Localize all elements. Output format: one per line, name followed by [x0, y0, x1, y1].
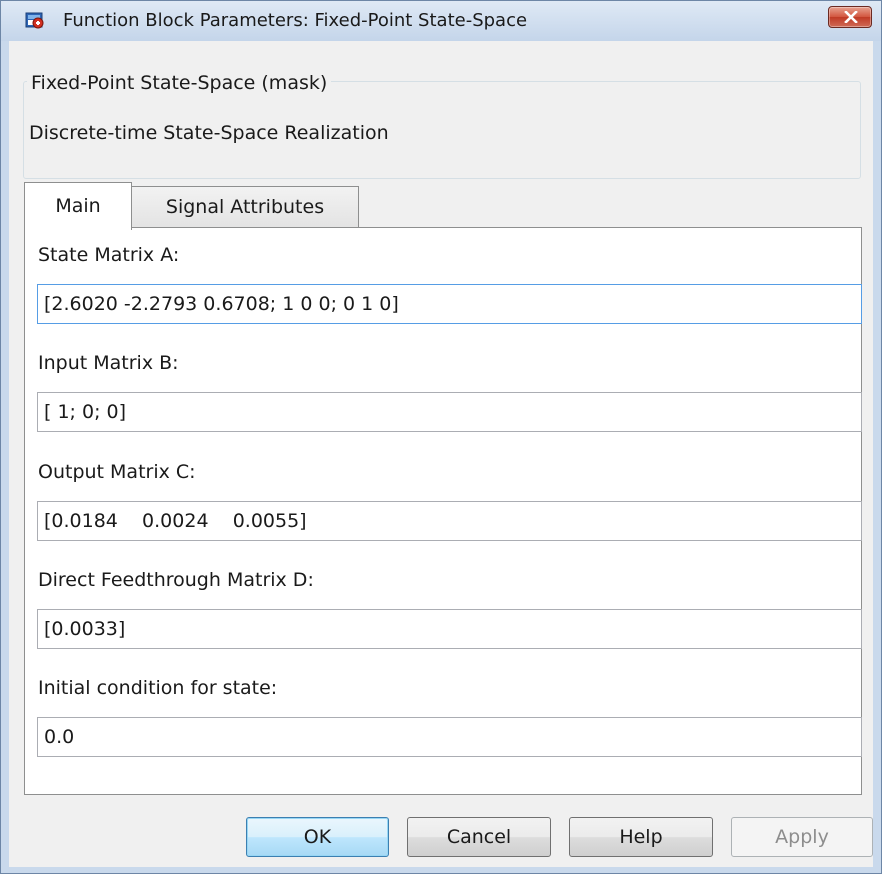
tab-signal-attributes[interactable]: Signal Attributes	[131, 186, 359, 228]
close-button[interactable]	[828, 6, 872, 28]
output-matrix-c-input[interactable]	[37, 501, 862, 541]
block-description: Discrete-time State-Space Realization	[29, 122, 389, 144]
simulink-block-icon[interactable]	[25, 11, 47, 31]
state-matrix-a-input[interactable]	[37, 284, 862, 324]
apply-button[interactable]: Apply	[731, 817, 873, 857]
initial-condition-input[interactable]	[37, 717, 862, 757]
title-bar[interactable]: Function Block Parameters: Fixed-Point S…	[1, 1, 881, 41]
dialog-window: Function Block Parameters: Fixed-Point S…	[0, 0, 882, 874]
direct-feedthrough-matrix-d-label: Direct Feedthrough Matrix D:	[38, 569, 314, 591]
window-title: Function Block Parameters: Fixed-Point S…	[63, 10, 528, 31]
tab-panel-main: State Matrix A: Input Matrix B: Output M…	[24, 227, 862, 795]
input-matrix-b-input[interactable]	[37, 392, 862, 432]
block-type-label: Fixed-Point State-Space (mask)	[27, 72, 332, 94]
initial-condition-label: Initial condition for state:	[38, 677, 278, 699]
ok-button[interactable]: OK	[246, 817, 389, 857]
tab-main[interactable]: Main	[24, 182, 132, 230]
output-matrix-c-label: Output Matrix C:	[38, 461, 196, 483]
input-matrix-b-label: Input Matrix B:	[38, 352, 179, 374]
direct-feedthrough-matrix-d-input[interactable]	[37, 609, 862, 649]
help-button[interactable]: Help	[569, 817, 713, 857]
state-matrix-a-label: State Matrix A:	[38, 244, 180, 266]
dialog-body: Fixed-Point State-Space (mask) Discrete-…	[9, 41, 873, 867]
cancel-button[interactable]: Cancel	[407, 817, 551, 857]
